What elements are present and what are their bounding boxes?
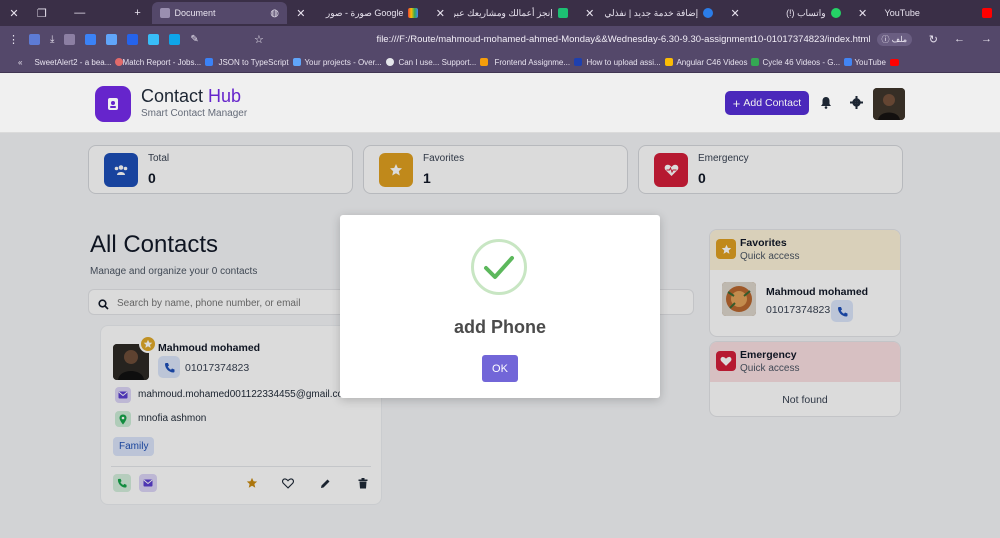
tab-close-icon[interactable]: ✕ [721,7,749,20]
extension-icon[interactable] [127,33,139,45]
download-icon[interactable]: ⤓ [50,34,54,45]
bookmarks-chevron-icon[interactable]: « [0,58,28,67]
caniuse-favicon-icon [480,58,489,66]
bookmark-item[interactable]: Match Report - Jobs... [116,57,214,67]
forward-icon[interactable]: → [981,33,992,46]
tab-whatsapp[interactable]: (!) واتساب [749,2,849,24]
youtube-favicon-icon [889,58,899,66]
bookmark-label: YouTube [854,57,886,67]
browser-address-bar: ⋮ ⤓ ✎ ☆ file:///F:/Route/mahmoud-mohamed… [0,26,1000,52]
extension-icon[interactable] [106,33,118,45]
tab-close-icon[interactable]: ✕ [849,7,877,20]
tab-title: YouTube [884,8,920,18]
bookmark-label: JSON to TypeScript [218,57,289,67]
bookmark-item[interactable]: YouTube [848,58,904,67]
bookmark-item[interactable]: Angular C46 Videos [670,57,760,67]
extension-icon[interactable] [169,33,181,45]
success-check-icon [471,239,527,295]
bookmark-item[interactable]: JSON to TypeScript [212,57,301,67]
bookmark-item[interactable]: SweetAlert2 - a bea... [28,57,124,67]
tab-close-icon[interactable]: ◍ [270,8,279,19]
bookmark-item[interactable]: Frontend Assignme... [488,57,583,67]
close-window-icon[interactable]: ✕ [0,7,28,20]
bookmark-item[interactable]: Cycle 46 Videos - G... [756,57,853,67]
menu-icon[interactable]: ⋮ [8,33,19,46]
success-modal: add Phone OK [340,215,660,398]
document-favicon-icon [159,8,170,18]
tab-khamsat[interactable]: إنجز أعمالك ومشاريعك عبر الإ [454,2,576,24]
nav-buttons: ↻ ← → [929,33,992,46]
modal-backdrop-top [0,73,1000,132]
bookmark-label: Frontend Assignme... [494,57,571,67]
bookmark-item[interactable]: How to upload assi... [580,57,673,67]
bookmark-label: Cycle 46 Videos - G... [762,57,841,67]
khamsat-favicon-icon [557,8,568,18]
tab-close-icon[interactable]: ✕ [287,7,315,20]
extension-icon[interactable] [85,33,97,45]
reload-icon[interactable]: ↻ [929,33,938,46]
extension-icon[interactable] [64,33,76,45]
bookmark-label: SweetAlert2 - a bea... [34,57,112,67]
site-info-chip[interactable]: ⓘ ملف [876,32,912,46]
bookmark-item[interactable]: Your projects - Over... [298,57,394,67]
url-text: file:///F:/Route/mahmoud-mohamed-ahmed-M… [376,33,871,45]
tab-title: إنجز أعمالك ومشاريعك عبر الإ [454,7,553,18]
nafezly-favicon-icon [703,8,714,18]
tab-close-icon[interactable]: ✕ [576,7,604,20]
tab-title: صورة - صور Google [325,7,404,18]
extension-icons: ⋮ ⤓ ✎ [0,33,199,46]
bookmark-label: How to upload assi... [586,57,661,67]
back-icon[interactable]: ← [954,33,965,46]
bookmark-label: Match Report - Jobs... [122,57,202,67]
bookmark-label: Your projects - Over... [304,57,382,67]
whatsapp-favicon-icon [830,8,841,18]
bookmarks-bar: « SweetAlert2 - a bea... Match Report - … [0,52,1000,73]
modal-title: add Phone [453,317,546,337]
youtube-favicon-icon [982,8,993,18]
tab-nafezly[interactable]: (2) إضافة خدمة جديد | نفذلي [604,2,722,24]
bookmark-item[interactable]: Can I use... Support... [392,57,489,67]
bookmark-label: Can I use... Support... [398,57,477,67]
minimize-window-icon[interactable]: — [66,7,94,19]
extension-icon[interactable] [148,33,160,45]
extension-icon[interactable] [29,33,40,45]
tab-title: Document [174,8,216,18]
bookmark-star-icon[interactable]: ☆ [254,33,264,46]
edit-icon[interactable]: ✎ [190,34,198,45]
tab-title: (2) إضافة خدمة جديد | نفذلي [604,7,699,18]
tab-google-photos[interactable]: صورة - صور Google [315,2,427,24]
tab-title: (!) واتساب [786,7,826,18]
restore-window-icon[interactable]: ❐ [28,7,56,20]
tab-youtube[interactable]: YouTube [877,2,1000,24]
ok-button[interactable]: OK [482,355,518,382]
url-field[interactable]: ☆ file:///F:/Route/mahmoud-mohamed-ahmed… [248,29,920,49]
google-photos-favicon-icon [408,8,419,18]
url-chip-label: ملف [891,34,907,44]
bookmark-label: Angular C46 Videos [676,57,748,67]
tab-document[interactable]: Document ◍ [151,2,287,24]
browser-tab-bar: ✕ ❐ — + Document ◍ ✕ صورة - صور Google ✕… [0,0,1000,26]
new-tab-icon[interactable]: + [124,7,152,19]
tab-close-icon[interactable]: ✕ [426,7,454,20]
